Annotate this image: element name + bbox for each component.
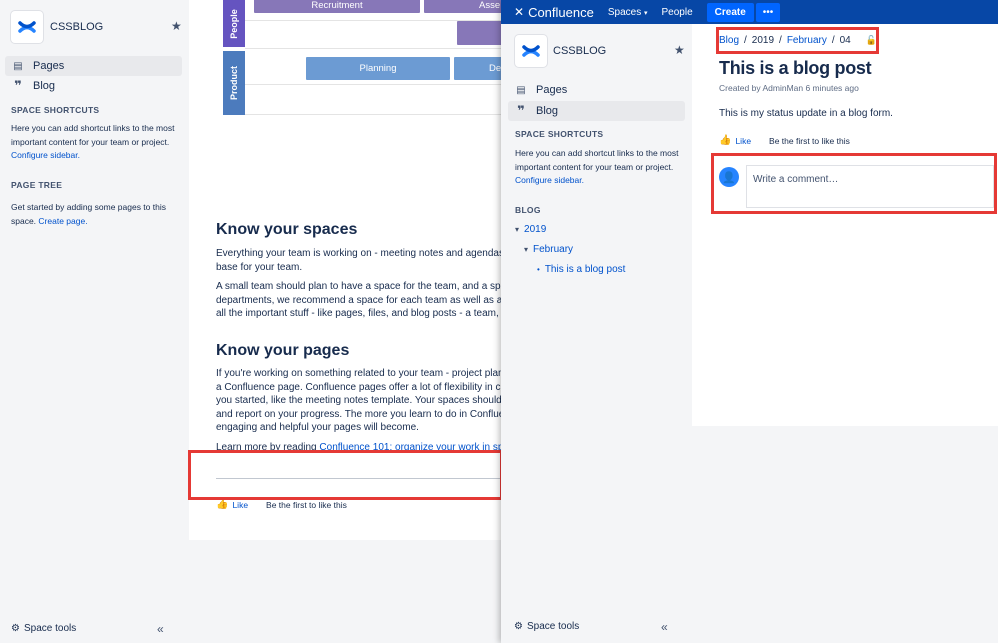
page-tree-text: Get started by adding some pages to this…: [11, 201, 176, 228]
space-name[interactable]: CSSBLOG: [50, 21, 103, 33]
byline: Created by AdminMan 6 minutes ago: [719, 83, 859, 93]
star-icon[interactable]: ★: [171, 19, 182, 33]
thumbs-up-icon[interactable]: 👍: [216, 499, 228, 510]
confluence-logo-icon: [18, 21, 36, 33]
quote-icon: ❞: [14, 78, 22, 93]
confluence-home-link[interactable]: ✕ Confluence: [514, 5, 594, 20]
sidebar-item-blog[interactable]: ❞ Blog: [5, 76, 182, 96]
sidebar-item-label: Blog: [536, 105, 559, 117]
lane-label: People: [229, 8, 240, 39]
back-sidebar: CSSBLOG ★ ▤ Pages ❞ Blog SPACE SHORTCUTS…: [0, 0, 189, 643]
chevron-down-icon: ▾: [643, 9, 648, 17]
space-name[interactable]: CSSBLOG: [553, 45, 606, 57]
people-link[interactable]: People: [662, 7, 693, 18]
quote-icon: ❞: [517, 103, 525, 118]
front-main-content: Blog / 2019 / February / 04 🔓 This is a …: [692, 24, 998, 426]
roadmap-bar[interactable]: Planning: [306, 57, 450, 80]
blog-tree-month[interactable]: ▾ February: [524, 244, 573, 255]
spaces-menu[interactable]: Spaces ▾: [608, 7, 648, 18]
roadmap-bar[interactable]: Dev: [454, 57, 501, 80]
collapse-sidebar-icon[interactable]: «: [157, 622, 164, 636]
front-below-content: [692, 426, 998, 643]
thumbs-up-icon[interactable]: 👍: [719, 135, 731, 146]
bullet-icon: •: [537, 265, 540, 274]
shortcuts-text: Here you can add shortcut links to the m…: [515, 147, 680, 188]
star-icon[interactable]: ★: [674, 43, 685, 57]
sidebar-item-label: Pages: [33, 60, 65, 72]
front-sidebar: CSSBLOG ★ ▤ Pages ❞ Blog SPACE SHORTCUTS…: [501, 24, 692, 643]
space-tools-label: Space tools: [526, 621, 580, 632]
like-row: 👍 Like Be the first to like this: [719, 135, 850, 146]
page-title: This is a blog post: [719, 58, 872, 78]
sidebar-item-label: Blog: [33, 80, 56, 92]
section-heading: Know your spaces: [216, 221, 358, 238]
space-shortcuts-heading: SPACE SHORTCUTS: [11, 105, 100, 115]
sidebar-item-pages[interactable]: ▤ Pages: [508, 80, 685, 100]
configure-sidebar-link[interactable]: Configure sidebar.: [11, 150, 80, 160]
tree-label[interactable]: February: [533, 244, 573, 255]
like-status: Be the first to like this: [769, 135, 850, 146]
blog-tree-heading: BLOG: [515, 205, 541, 215]
page-tree-description: Get started by adding some pages to this…: [11, 202, 166, 226]
sidebar-item-blog[interactable]: ❞ Blog: [508, 101, 685, 121]
section-paragraph: Everything your team is working on - mee…: [216, 248, 501, 273]
roadmap-lane-people: People: [223, 0, 245, 47]
section-heading: Know your pages: [216, 342, 350, 359]
space-logo[interactable]: [515, 35, 547, 67]
annotation-highlight-comment: [711, 153, 997, 214]
chevron-down-icon[interactable]: ▾: [524, 245, 528, 254]
like-row: 👍 Like Be the first to like this: [216, 499, 347, 510]
like-button[interactable]: Like: [232, 500, 248, 510]
front-window: ✕ Confluence Spaces ▾ People Create ••• …: [501, 0, 998, 643]
shortcuts-description: Here you can add shortcut links to the m…: [515, 148, 679, 172]
space-tools-button[interactable]: ⚙ Space tools: [11, 623, 76, 634]
roadmap-gridline: [245, 48, 501, 49]
back-footer: [189, 540, 501, 643]
blog-tree-year[interactable]: ▾ 2019: [515, 224, 546, 235]
section-paragraph: A small team should plan to have a space…: [216, 281, 501, 319]
shortcuts-text: Here you can add shortcut links to the m…: [11, 122, 176, 163]
shortcuts-description: Here you can add shortcut links to the m…: [11, 123, 175, 147]
like-status: Be the first to like this: [266, 499, 347, 510]
roadmap-bar[interactable]: Asse: [424, 0, 501, 13]
space-logo[interactable]: [11, 11, 43, 43]
post-body: This is my status update in a blog form.: [719, 108, 893, 119]
roadmap-gridline: [245, 84, 501, 85]
sidebar-item-label: Pages: [536, 84, 568, 96]
brand-label: Confluence: [528, 4, 594, 20]
sidebar-item-pages[interactable]: ▤ Pages: [5, 56, 182, 76]
space-shortcuts-heading: SPACE SHORTCUTS: [515, 129, 604, 139]
roadmap-bar[interactable]: Recruitment: [254, 0, 420, 13]
top-navigation-bar: ✕ Confluence Spaces ▾ People Create •••: [501, 0, 998, 24]
roadmap-bar[interactable]: [457, 21, 501, 45]
annotation-highlight-breadcrumb: [716, 27, 879, 54]
annotation-highlight-back-comment: [188, 450, 503, 500]
pages-icon: ▤: [13, 60, 23, 72]
tree-label[interactable]: 2019: [524, 224, 546, 235]
section-paragraph: If you're working on something related t…: [216, 368, 501, 433]
space-tools-label: Space tools: [23, 623, 77, 634]
like-button[interactable]: Like: [735, 136, 751, 146]
create-page-link[interactable]: Create page.: [38, 216, 87, 226]
create-button[interactable]: Create: [706, 2, 754, 22]
confluence-logo-icon: ✕: [514, 5, 525, 19]
lane-label: Product: [229, 65, 240, 101]
collapse-sidebar-icon[interactable]: «: [661, 620, 668, 634]
chevron-down-icon[interactable]: ▾: [515, 225, 519, 234]
more-actions-button[interactable]: •••: [755, 2, 781, 22]
page-tree-heading: PAGE TREE: [11, 180, 63, 190]
roadmap-lane-product: Product: [223, 51, 245, 115]
pages-icon: ▤: [516, 84, 526, 96]
confluence-logo-icon: [522, 45, 540, 57]
configure-sidebar-link[interactable]: Configure sidebar.: [515, 175, 584, 185]
gear-icon: ⚙: [11, 623, 20, 634]
gear-icon: ⚙: [514, 621, 523, 632]
space-tools-button[interactable]: ⚙ Space tools: [514, 621, 579, 632]
tree-label[interactable]: This is a blog post: [545, 264, 626, 275]
spaces-label: Spaces: [607, 6, 642, 18]
blog-tree-post[interactable]: • This is a blog post: [537, 264, 625, 275]
roadmap-gridline: [245, 114, 501, 115]
